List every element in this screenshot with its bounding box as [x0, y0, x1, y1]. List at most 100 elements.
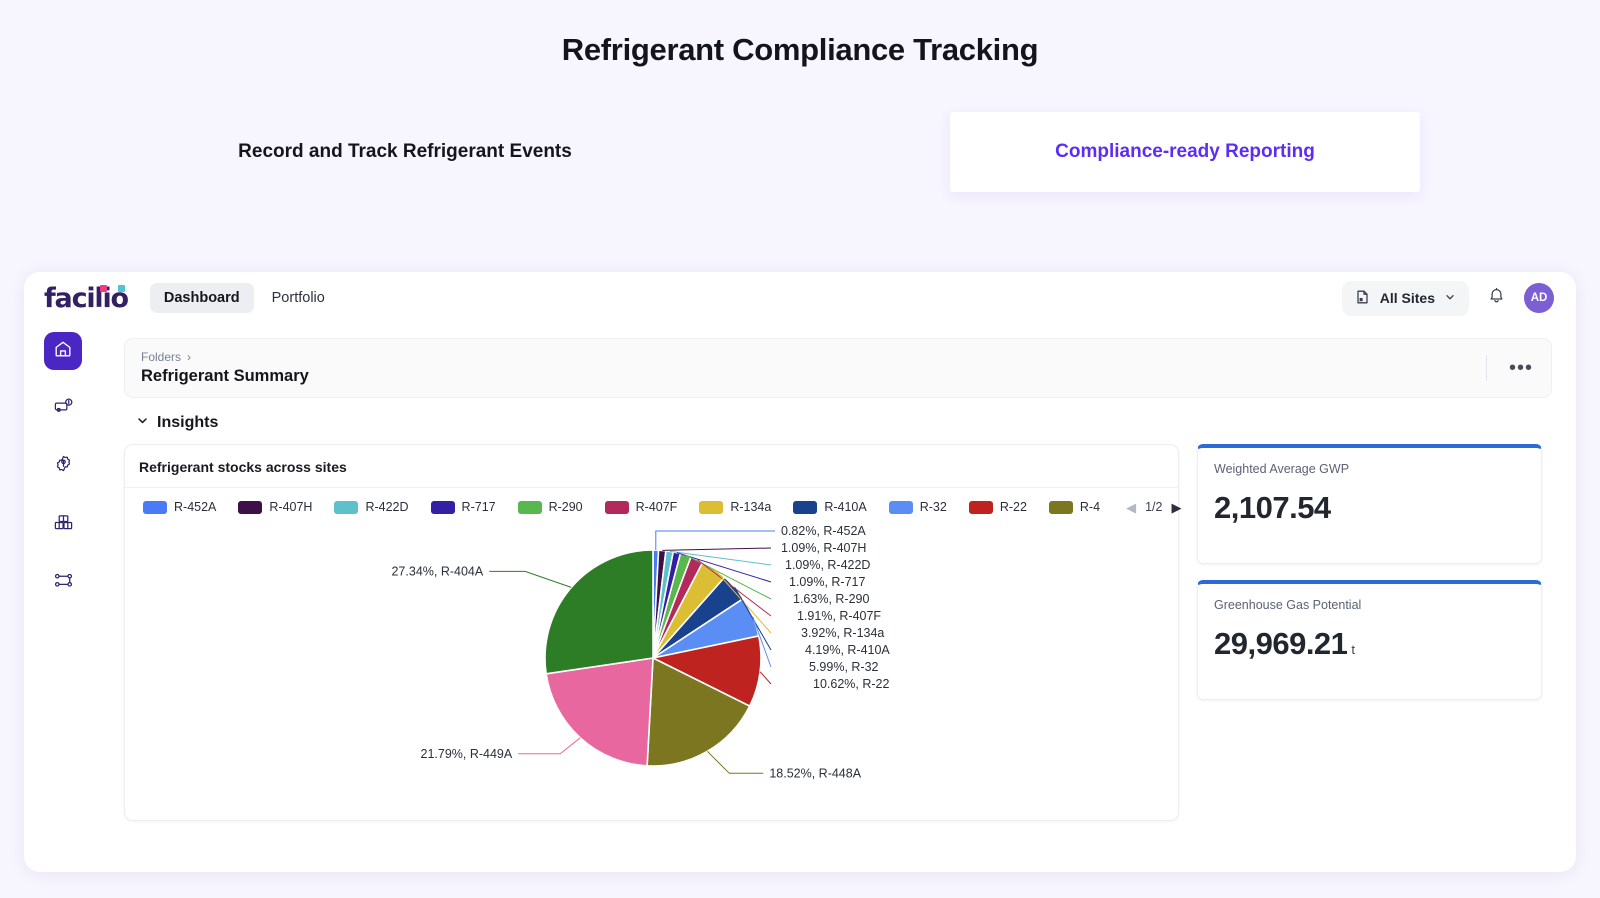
pie-label-leader-line	[707, 751, 763, 773]
breadcrumb-parent-link[interactable]: Folders	[141, 350, 181, 364]
legend-item[interactable]: R-717	[431, 500, 496, 514]
sidebar-item-workflow[interactable]	[44, 564, 82, 602]
breadcrumb-card: Folders › Refrigerant Summary •••	[124, 338, 1552, 398]
pie-slice-label: 1.09%, R-422D	[785, 558, 870, 572]
app-topbar: facilio Dashboard Portfolio All Sites	[24, 272, 1576, 324]
legend-item[interactable]: R-290	[518, 500, 583, 514]
pie-slice-label: 1.91%, R-407F	[797, 609, 881, 623]
legend-label: R-407H	[269, 500, 312, 514]
site-picker[interactable]: All Sites	[1342, 281, 1469, 316]
pie-slice-label: 27.34%, R-404A	[391, 564, 483, 578]
pie-label-leader-line	[489, 571, 571, 587]
insights-section-header[interactable]: Insights	[136, 414, 1552, 432]
insights-label: Insights	[157, 414, 218, 432]
legend-item[interactable]: R-407F	[605, 500, 678, 514]
breadcrumb-separator-icon: ›	[187, 350, 191, 364]
kpi-value: 29,969.21 t	[1214, 626, 1525, 662]
pie-label-leader-line	[662, 548, 771, 550]
sidebar-item-maintenance[interactable]	[44, 448, 82, 486]
promo-tab-compliance-reporting[interactable]: Compliance-ready Reporting	[950, 112, 1420, 192]
building-icon	[1355, 289, 1371, 308]
legend-label: R-422D	[365, 500, 408, 514]
kpi-number: 2,107.54	[1214, 490, 1331, 525]
pie-slice-label: 5.99%, R-32	[809, 660, 879, 674]
pie-chart: 0.82%, R-452A1.09%, R-407H1.09%, R-422D1…	[125, 520, 1178, 808]
sidebar-item-inventory[interactable]	[44, 506, 82, 544]
notifications-button[interactable]	[1487, 286, 1506, 310]
pie-slice[interactable]	[546, 658, 653, 766]
breadcrumb-actions: •••	[1486, 355, 1541, 381]
legend-label: R-32	[920, 500, 947, 514]
pie-slice-label: 10.62%, R-22	[813, 677, 889, 691]
legend-next-button[interactable]: ▶	[1171, 501, 1181, 514]
promo-tab-row: Record and Track Refrigerant Events Comp…	[0, 112, 1600, 192]
promo-tab-record-track[interactable]: Record and Track Refrigerant Events	[140, 112, 670, 192]
sidebar-item-assets[interactable]	[44, 390, 82, 428]
pie-slice[interactable]	[545, 550, 653, 674]
chart-title: Refrigerant stocks across sites	[125, 445, 1178, 488]
site-picker-label: All Sites	[1380, 290, 1435, 306]
app-window: facilio Dashboard Portfolio All Sites	[24, 272, 1576, 872]
topbar-right-group: All Sites AD	[1342, 281, 1554, 316]
legend-label: R-407F	[636, 500, 678, 514]
facilio-logo: facilio	[44, 283, 128, 314]
legend-pager: ◀ 1/2 ▶	[1126, 500, 1181, 514]
legend-swatch-icon	[238, 501, 262, 514]
nav-item-portfolio[interactable]: Portfolio	[258, 283, 339, 313]
legend-swatch-icon	[605, 501, 629, 514]
legend-item[interactable]: R-422D	[334, 500, 408, 514]
kpi-unit: t	[1351, 642, 1354, 657]
pie-label-leader-line	[760, 672, 771, 684]
legend-item[interactable]: R-410A	[793, 500, 866, 514]
legend-item[interactable]: R-32	[889, 500, 947, 514]
truck-icon	[53, 396, 74, 422]
logo-dot-teal-icon	[118, 285, 125, 292]
legend-label: R-410A	[824, 500, 866, 514]
legend-item[interactable]: R-4	[1049, 500, 1100, 514]
chevron-down-icon	[136, 414, 149, 432]
breadcrumb-path: Folders ›	[141, 350, 309, 364]
more-options-button[interactable]: •••	[1501, 363, 1541, 373]
home-icon	[53, 339, 73, 364]
legend-item[interactable]: R-134a	[699, 500, 771, 514]
avatar[interactable]: AD	[1524, 283, 1554, 313]
legend-swatch-icon	[889, 501, 913, 514]
workflow-icon	[53, 570, 74, 596]
kpi-number: 29,969.21	[1214, 626, 1347, 661]
divider	[1486, 355, 1487, 381]
kpi-label: Greenhouse Gas Potential	[1214, 598, 1525, 612]
kpi-value: 2,107.54	[1214, 490, 1525, 526]
legend-label: R-290	[549, 500, 583, 514]
sidebar-item-home[interactable]	[44, 332, 82, 370]
logo-dot-pink-icon	[100, 285, 107, 292]
sidebar	[24, 324, 102, 872]
legend-item[interactable]: R-452A	[143, 500, 216, 514]
breadcrumb-title: Refrigerant Summary	[141, 367, 309, 386]
legend-label: R-22	[1000, 500, 1027, 514]
kpi-card-greenhouse-gas-potential: Greenhouse Gas Potential 29,969.21 t	[1197, 580, 1542, 700]
pie-label-leader-line	[656, 531, 775, 550]
legend-swatch-icon	[1049, 501, 1073, 514]
gear-wrench-icon	[53, 454, 74, 480]
panels-row: Refrigerant stocks across sites R-452AR-…	[124, 444, 1552, 821]
kpi-card-weighted-average-gwp: Weighted Average GWP 2,107.54	[1197, 444, 1542, 564]
page-title: Refrigerant Compliance Tracking	[0, 0, 1600, 68]
pie-label-leader-line	[518, 738, 580, 754]
logo-text: facilio	[44, 283, 128, 314]
pie-slice-label: 21.79%, R-449A	[421, 747, 513, 761]
bell-icon	[1487, 286, 1506, 310]
content-area: Folders › Refrigerant Summary ••• Insigh…	[102, 324, 1576, 872]
legend-swatch-icon	[793, 501, 817, 514]
legend-swatch-icon	[518, 501, 542, 514]
pie-slice-label: 3.92%, R-134a	[801, 626, 884, 640]
pie-slice-label: 1.09%, R-717	[789, 575, 865, 589]
legend-prev-button[interactable]: ◀	[1126, 501, 1136, 514]
legend-item[interactable]: R-22	[969, 500, 1027, 514]
legend-swatch-icon	[969, 501, 993, 514]
boxes-icon	[53, 512, 74, 538]
kpi-label: Weighted Average GWP	[1214, 462, 1525, 476]
legend-item[interactable]: R-407H	[238, 500, 312, 514]
legend-swatch-icon	[699, 501, 723, 514]
nav-item-dashboard[interactable]: Dashboard	[150, 283, 254, 313]
chart-legend: R-452A R-407H R-422D R-717 R-290 R-407F R-134a…	[125, 488, 1178, 520]
